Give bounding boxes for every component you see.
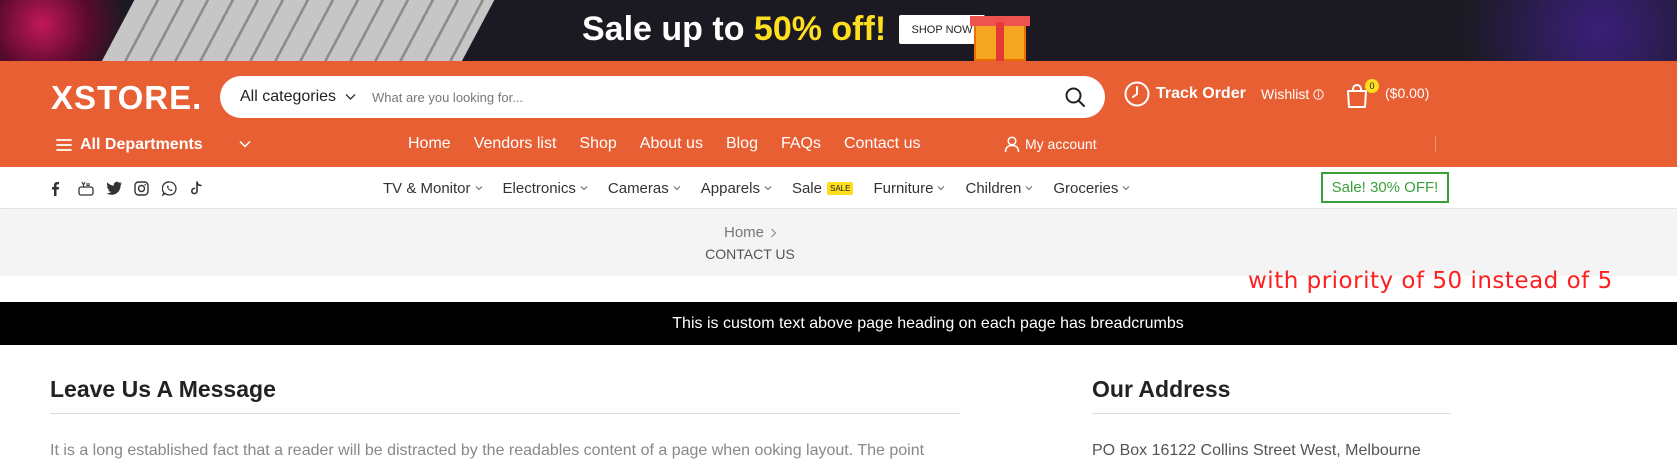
- page: Sale up to 50% off! SHOP NOW XSTORE. All…: [0, 0, 1677, 467]
- category-label: Sale: [791, 179, 822, 197]
- wishlist-label: Wishlist: [1261, 86, 1310, 102]
- sale-30-off-button[interactable]: Sale! 30% OFF!: [1321, 172, 1449, 203]
- custom-text-bar: This is custom text above page heading o…: [0, 302, 1677, 345]
- main-nav: Home Vendors list Shop About us Blog FAQ…: [408, 132, 943, 156]
- clock-icon: [1124, 81, 1150, 107]
- chevron-down-icon[interactable]: [238, 139, 252, 149]
- cart-button[interactable]: 0 ($0.00): [1345, 77, 1465, 111]
- banner-keyboard-image: [96, 0, 504, 61]
- nav-faqs[interactable]: FAQs: [781, 135, 821, 153]
- divider: [50, 413, 960, 414]
- my-account-link[interactable]: My account: [1004, 133, 1097, 155]
- chevron-down-icon: [764, 186, 772, 191]
- our-address-heading: Our Address: [1092, 376, 1231, 402]
- nav-home[interactable]: Home: [408, 135, 451, 153]
- leave-message-heading: Leave Us A Message: [50, 376, 276, 402]
- whatsapp-icon[interactable]: [162, 179, 190, 197]
- site-logo[interactable]: XSTORE.: [51, 78, 202, 118]
- chevron-down-icon: [938, 186, 945, 191]
- category-furniture[interactable]: Furniture: [873, 180, 945, 197]
- nav-vendors-list[interactable]: Vendors list: [474, 135, 557, 153]
- social-links: [50, 179, 218, 197]
- header-divider: [1435, 136, 1436, 152]
- category-tv-monitor[interactable]: TV & Monitor: [383, 180, 483, 197]
- category-select-label: All categories: [240, 88, 337, 105]
- instagram-icon[interactable]: [134, 179, 162, 197]
- chevron-right-icon: [771, 228, 777, 237]
- wishlist-link[interactable]: Wishlist: [1261, 83, 1324, 105]
- sale-tag-badge: SALE: [826, 181, 854, 195]
- cart-total: ($0.00): [1385, 85, 1430, 101]
- breadcrumb-current: CONTACT US: [705, 246, 795, 262]
- facebook-icon[interactable]: [50, 179, 78, 197]
- divider: [1092, 413, 1451, 414]
- address-text: PO Box 16122 Collins Street West, Melbou…: [1092, 442, 1421, 459]
- nav-blog[interactable]: Blog: [726, 135, 758, 153]
- tiktok-icon[interactable]: [190, 179, 218, 197]
- chevron-down-icon: [475, 186, 482, 191]
- cart-count-badge: 0: [1365, 79, 1379, 93]
- chevron-down-icon: [673, 186, 681, 191]
- category-cameras[interactable]: Cameras: [608, 180, 681, 197]
- my-account-label: My account: [1025, 136, 1097, 152]
- promo-headline-highlight: 50% off!: [753, 10, 887, 48]
- chevron-down-icon: [345, 94, 355, 101]
- custom-text: This is custom text above page heading o…: [672, 315, 1184, 332]
- info-icon: [1313, 88, 1324, 100]
- gift-icon: [970, 6, 1030, 61]
- category-select[interactable]: All categories: [240, 76, 356, 118]
- nav-shop[interactable]: Shop: [579, 135, 616, 153]
- category-children[interactable]: Children: [965, 180, 1033, 197]
- category-sale[interactable]: Sale SALE: [792, 180, 854, 197]
- promo-headline: Sale up to 50% off!: [582, 9, 886, 49]
- category-nav: TV & Monitor Electronics Cameras Apparel…: [383, 177, 1150, 199]
- track-order-link[interactable]: Track Order: [1124, 79, 1246, 109]
- search-input[interactable]: [372, 84, 1052, 110]
- category-label: Cameras: [607, 179, 669, 197]
- nav-contact-us[interactable]: Contact us: [844, 135, 920, 153]
- breadcrumb: Home CONTACT US: [0, 210, 1677, 276]
- breadcrumb-home-label: Home: [724, 224, 765, 241]
- all-departments-label: All Departments: [80, 136, 203, 153]
- chevron-down-icon: [1123, 186, 1130, 191]
- hamburger-icon: [56, 139, 72, 151]
- track-order-label: Track Order: [1156, 85, 1246, 102]
- category-groceries[interactable]: Groceries: [1053, 180, 1130, 197]
- priority-notice: with priority of 50 instead of 5: [1248, 268, 1613, 294]
- all-departments-toggle[interactable]: All Departments: [56, 135, 203, 155]
- banner-decoration-right: [1417, 0, 1677, 61]
- chevron-down-icon: [1026, 186, 1033, 191]
- category-apparels[interactable]: Apparels: [701, 180, 772, 197]
- category-label: Furniture: [873, 179, 934, 197]
- youtube-icon[interactable]: [78, 179, 106, 197]
- promo-headline-prefix: Sale up to: [582, 10, 754, 48]
- promo-banner[interactable]: Sale up to 50% off! SHOP NOW: [0, 0, 1677, 61]
- breadcrumb-home[interactable]: Home: [724, 224, 777, 241]
- category-label: TV & Monitor: [383, 179, 471, 197]
- category-label: Children: [965, 179, 1022, 197]
- twitter-icon[interactable]: [106, 179, 134, 197]
- search-icon[interactable]: [1064, 86, 1086, 113]
- nav-about-us[interactable]: About us: [640, 135, 703, 153]
- message-intro-text: It is a long established fact that a rea…: [50, 442, 925, 459]
- site-header: XSTORE. All categories Track Order Wishl…: [0, 61, 1677, 167]
- user-icon: [1004, 135, 1020, 152]
- category-label: Electronics: [502, 179, 576, 197]
- category-label: Apparels: [700, 179, 760, 197]
- chevron-down-icon: [580, 186, 588, 191]
- category-label: Groceries: [1053, 179, 1119, 197]
- search-bar: All categories: [220, 76, 1105, 118]
- category-bar: TV & Monitor Electronics Cameras Apparel…: [0, 167, 1677, 209]
- category-electronics[interactable]: Electronics: [503, 180, 588, 197]
